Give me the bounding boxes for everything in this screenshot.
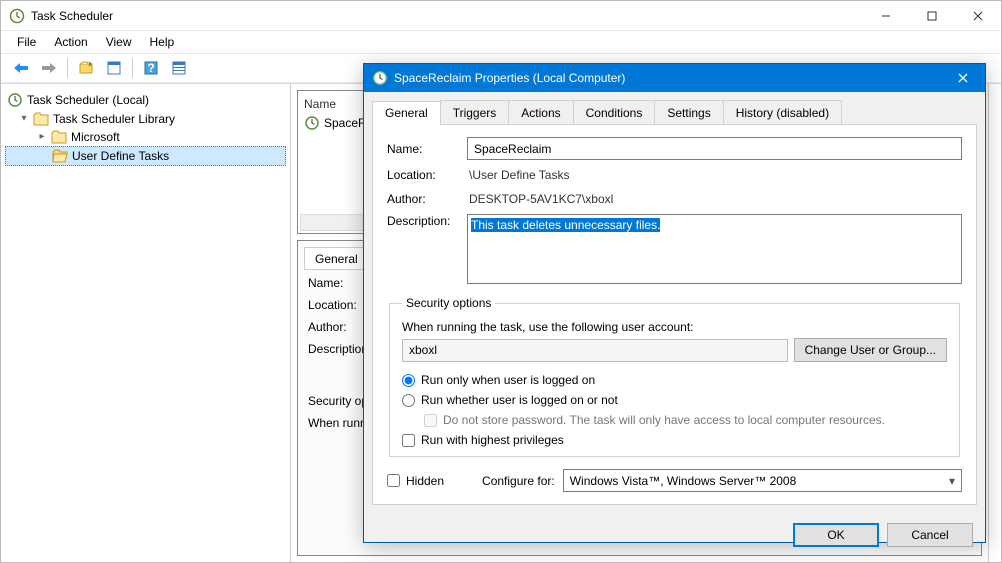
tree-user-tasks[interactable]: User Define Tasks [5, 146, 286, 166]
tab-settings[interactable]: Settings [654, 100, 723, 124]
tree-user-tasks-label: User Define Tasks [72, 149, 169, 163]
highest-privileges-label: Run with highest privileges [421, 433, 564, 447]
tree-microsoft-label: Microsoft [71, 130, 120, 144]
cancel-button[interactable]: Cancel [887, 523, 973, 547]
properties-dialog: SpaceReclaim Properties (Local Computer)… [363, 63, 986, 543]
folder-icon [51, 130, 67, 144]
tab-conditions[interactable]: Conditions [573, 100, 656, 124]
location-value: \User Define Tasks [467, 166, 962, 184]
menu-action[interactable]: Action [46, 33, 95, 51]
task-icon [304, 115, 320, 131]
configure-for-value: Windows Vista™, Windows Server™ 2008 [570, 474, 797, 488]
description-text: This task deletes unnecessary files. [471, 218, 660, 232]
menu-view[interactable]: View [98, 33, 140, 51]
task-scheduler-icon [7, 92, 23, 108]
refresh-button[interactable] [74, 56, 98, 80]
author-label: Author: [387, 192, 459, 206]
run-logged-on-radio-input[interactable] [402, 374, 415, 387]
security-legend: Security options [402, 296, 495, 310]
author-value: DESKTOP-5AV1KC7\xboxl [467, 190, 962, 208]
main-titlebar: Task Scheduler [1, 1, 1001, 31]
folder-open-icon [52, 149, 68, 163]
tree-root[interactable]: Task Scheduler (Local) [5, 90, 286, 110]
do-not-store-label: Do not store password. The task will onl… [443, 413, 885, 427]
security-options-group: Security options When running the task, … [389, 296, 960, 457]
back-button[interactable] [9, 56, 33, 80]
configure-for-select[interactable]: Windows Vista™, Windows Server™ 2008 ▾ [563, 469, 962, 492]
bg-tab-general[interactable]: General [304, 247, 369, 269]
highest-privileges-checkbox-input[interactable] [402, 434, 415, 447]
close-button[interactable] [955, 1, 1001, 30]
description-label: Description: [387, 214, 459, 228]
ok-button[interactable]: OK [793, 523, 879, 547]
tree-library-label: Task Scheduler Library [53, 112, 175, 126]
tab-triggers[interactable]: Triggers [440, 100, 510, 124]
view-list-button[interactable] [102, 56, 126, 80]
configure-for-label: Configure for: [482, 474, 555, 488]
task-scheduler-icon [372, 70, 388, 86]
view-details-button[interactable] [167, 56, 191, 80]
tab-actions[interactable]: Actions [508, 100, 573, 124]
run-whether-radio[interactable]: Run whether user is logged on or not [402, 390, 947, 410]
window-title: Task Scheduler [31, 9, 113, 23]
hidden-label: Hidden [406, 474, 444, 488]
chevron-down-icon[interactable]: ▾ [19, 114, 29, 124]
when-running-label: When running the task, use the following… [402, 320, 947, 334]
do-not-store-checkbox-input [424, 414, 437, 427]
do-not-store-checkbox: Do not store password. The task will onl… [402, 410, 947, 430]
menubar: File Action View Help [1, 31, 1001, 53]
run-logged-on-radio[interactable]: Run only when user is logged on [402, 370, 947, 390]
task-scheduler-icon [9, 8, 25, 24]
help-button[interactable]: ? [139, 56, 163, 80]
forward-button[interactable] [37, 56, 61, 80]
run-whether-radio-input[interactable] [402, 394, 415, 407]
tab-history[interactable]: History (disabled) [723, 100, 842, 124]
hidden-checkbox-input[interactable] [387, 474, 400, 487]
change-user-button[interactable]: Change User or Group... [794, 338, 947, 362]
location-label: Location: [387, 168, 459, 182]
hidden-checkbox[interactable]: Hidden [387, 474, 444, 488]
dialog-tabs: General Triggers Actions Conditions Sett… [372, 100, 977, 125]
folder-icon [33, 112, 49, 126]
name-label: Name: [387, 142, 459, 156]
tab-general[interactable]: General [372, 101, 441, 125]
minimize-button[interactable] [863, 1, 909, 30]
user-account-field: xboxl [402, 339, 788, 362]
tree-microsoft[interactable]: ▸ Microsoft [5, 128, 286, 146]
description-field[interactable]: This task deletes unnecessary files. [467, 214, 962, 284]
dialog-title: SpaceReclaim Properties (Local Computer) [394, 71, 625, 85]
name-field[interactable] [467, 137, 962, 160]
menu-help[interactable]: Help [142, 33, 183, 51]
svg-text:?: ? [147, 61, 154, 75]
maximize-button[interactable] [909, 1, 955, 30]
dialog-close-button[interactable] [941, 64, 985, 92]
highest-privileges-checkbox[interactable]: Run with highest privileges [402, 430, 947, 450]
chevron-down-icon: ▾ [949, 474, 955, 488]
tree-library[interactable]: ▾ Task Scheduler Library [5, 110, 286, 128]
run-whether-label: Run whether user is logged on or not [421, 393, 618, 407]
chevron-right-icon[interactable]: ▸ [37, 132, 47, 142]
tree-root-label: Task Scheduler (Local) [27, 93, 149, 107]
run-logged-on-label: Run only when user is logged on [421, 373, 595, 387]
dialog-titlebar[interactable]: SpaceReclaim Properties (Local Computer) [364, 64, 985, 92]
nav-tree: Task Scheduler (Local) ▾ Task Scheduler … [1, 84, 291, 562]
menu-file[interactable]: File [9, 33, 44, 51]
